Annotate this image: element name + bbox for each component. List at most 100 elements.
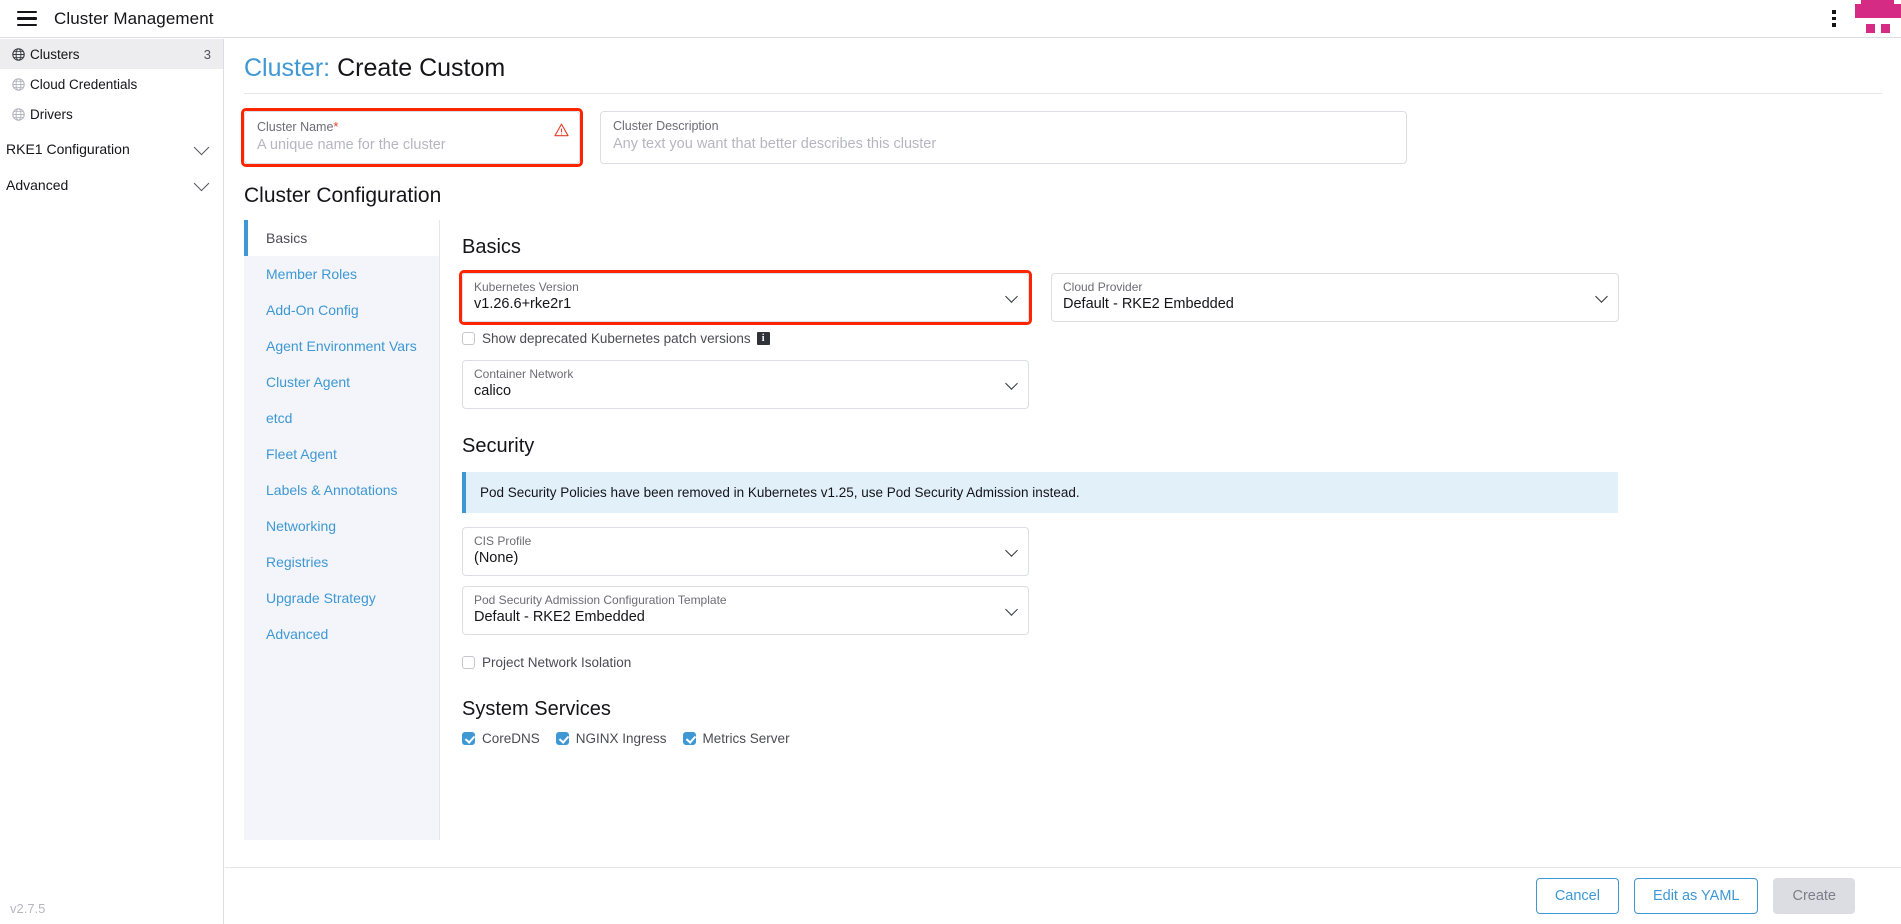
sidebar-item-cloud-credentials[interactable]: Cloud Credentials [0,69,223,99]
info-icon[interactable]: i [756,332,770,345]
sidebar-group-rke1-configuration[interactable]: RKE1 Configuration [0,133,223,165]
edit-as-yaml-button[interactable]: Edit as YAML [1633,878,1759,914]
tab-add-on-config[interactable]: Add-On Config [244,292,439,328]
chevron-down-icon [193,139,210,155]
page-title-prefix: Cluster: [244,54,331,82]
pod-security-banner: Pod Security Policies have been removed … [462,472,1618,513]
tab-label: Registries [266,554,329,570]
tab-networking[interactable]: Networking [244,508,439,544]
psa-template-wrap: Pod Security Admission Configuration Tem… [462,586,1860,635]
app-version: v2.7.5 [10,901,46,916]
sidebar-item-clusters[interactable]: Clusters 3 [0,39,223,69]
psa-template-label: Pod Security Admission Configuration Tem… [474,593,727,607]
nginx-ingress-checkbox[interactable] [555,732,569,745]
container-network-select[interactable]: Container Network calico [462,360,1029,409]
cluster-name-input[interactable] [257,135,567,153]
show-deprecated-checkbox[interactable] [462,332,475,345]
cis-profile-value: (None) [474,550,519,566]
tab-basics[interactable]: Basics [244,220,439,256]
system-service-label: Metrics Server [702,731,790,746]
app-title: Cluster Management [54,8,214,28]
show-deprecated-label: Show deprecated Kubernetes patch version… [482,331,751,346]
vertical-dots-icon[interactable] [1813,0,1855,38]
cluster-name-annotation: Cluster Name* [241,108,583,167]
tab-labels-annotations[interactable]: Labels & Annotations [244,472,439,508]
project-network-isolation-row[interactable]: Project Network Isolation [462,655,1860,670]
sidebar-item-drivers[interactable]: Drivers [0,99,223,129]
tab-member-roles[interactable]: Member Roles [244,256,439,292]
chevron-down-icon [1005,377,1018,390]
project-network-isolation-checkbox[interactable] [462,656,475,669]
cloud-provider-select[interactable]: Cloud Provider Default - RKE2 Embedded [1051,273,1619,322]
cis-profile-select[interactable]: CIS Profile (None) [462,527,1029,576]
main-content: Cluster: Create Custom Cluster Name* A u… [225,39,1901,924]
tab-fleet-agent[interactable]: Fleet Agent [244,436,439,472]
app-header: Cluster Management [0,0,1901,38]
tab-cluster-agent[interactable]: Cluster Agent [244,364,439,400]
chevron-down-icon [1595,290,1608,303]
system-service-coredns[interactable]: CoreDNS [462,731,540,746]
sidebar-item-label: Clusters [30,46,80,62]
config-tab-list: Basics Member Roles Add-On Config Agent … [244,220,440,840]
globe-icon [10,107,27,121]
tab-label: Fleet Agent [266,446,337,462]
tab-agent-environment-vars[interactable]: Agent Environment Vars [244,328,439,364]
sidebar: Clusters 3 Cloud Credentials Drivers RKE… [0,39,224,924]
sidebar-item-label: Drivers [30,106,73,122]
sidebar-group-label: RKE1 Configuration [6,141,130,157]
page-title: Cluster: Create Custom [244,49,1901,87]
rancher-logo [1855,0,1901,38]
kubernetes-version-value: v1.26.6+rke2r1 [474,296,572,312]
system-service-label: CoreDNS [482,731,540,746]
security-heading: Security [462,435,535,457]
cluster-configuration-panel: Basics Member Roles Add-On Config Agent … [244,220,1882,840]
show-deprecated-row[interactable]: Show deprecated Kubernetes patch version… [462,331,1860,346]
system-service-label: NGINX Ingress [575,731,667,746]
tab-label: Add-On Config [266,302,359,318]
system-service-metrics-server[interactable]: Metrics Server [682,731,790,746]
container-network-label: Container Network [474,367,574,381]
psa-template-value: Default - RKE2 Embedded [474,609,645,625]
cloud-provider-label: Cloud Provider [1063,280,1143,294]
tab-label: Labels & Annotations [266,482,398,498]
tab-label: Basics [266,230,308,246]
hamburger-icon[interactable] [0,0,54,38]
system-services-heading: System Services [462,698,611,720]
project-network-isolation-label: Project Network Isolation [482,655,632,670]
tab-advanced[interactable]: Advanced [244,616,439,652]
tab-panel-basics: Basics Kubernetes Version v1.26.6+rke2r1… [440,220,1882,840]
cluster-name-field[interactable]: Cluster Name* [244,111,580,164]
header-actions [1813,0,1901,38]
basics-row-1: Kubernetes Version v1.26.6+rke2r1 Cloud … [459,270,1860,325]
tab-registries[interactable]: Registries [244,544,439,580]
cluster-description-input[interactable] [613,134,1394,152]
kubernetes-version-select[interactable]: Kubernetes Version v1.26.6+rke2r1 [462,273,1029,322]
psa-template-select[interactable]: Pod Security Admission Configuration Tem… [462,586,1029,635]
page-title-main: Create Custom [337,54,506,82]
cloud-provider-wrap: Cloud Provider Default - RKE2 Embedded [1051,273,1619,322]
coredns-checkbox[interactable] [462,732,475,745]
tab-label: Member Roles [266,266,358,282]
create-button[interactable]: Create [1773,878,1855,914]
cluster-description-wrap: Cluster Description [600,111,1407,164]
basics-heading: Basics [462,236,521,258]
tab-label: Advanced [266,626,329,642]
metrics-server-checkbox[interactable] [682,732,696,745]
tab-upgrade-strategy[interactable]: Upgrade Strategy [244,580,439,616]
tab-etcd[interactable]: etcd [244,400,439,436]
system-service-nginx-ingress[interactable]: NGINX Ingress [555,731,667,746]
chevron-down-icon [1005,290,1018,303]
cluster-configuration-heading: Cluster Configuration [244,184,442,207]
container-network-wrap: Container Network calico [462,360,1860,409]
cluster-description-field[interactable]: Cluster Description [600,111,1407,164]
title-divider [244,93,1882,94]
warning-triangle-icon [554,123,569,142]
cis-profile-wrap: CIS Profile (None) [462,527,1860,576]
chevron-down-icon [1005,603,1018,616]
sidebar-group-advanced[interactable]: Advanced [0,169,223,201]
form-footer: Cancel Edit as YAML Create [225,867,1901,924]
cancel-button[interactable]: Cancel [1535,878,1619,914]
tab-label: etcd [266,410,293,426]
tab-label: Cluster Agent [266,374,351,390]
chevron-down-icon [193,175,210,191]
